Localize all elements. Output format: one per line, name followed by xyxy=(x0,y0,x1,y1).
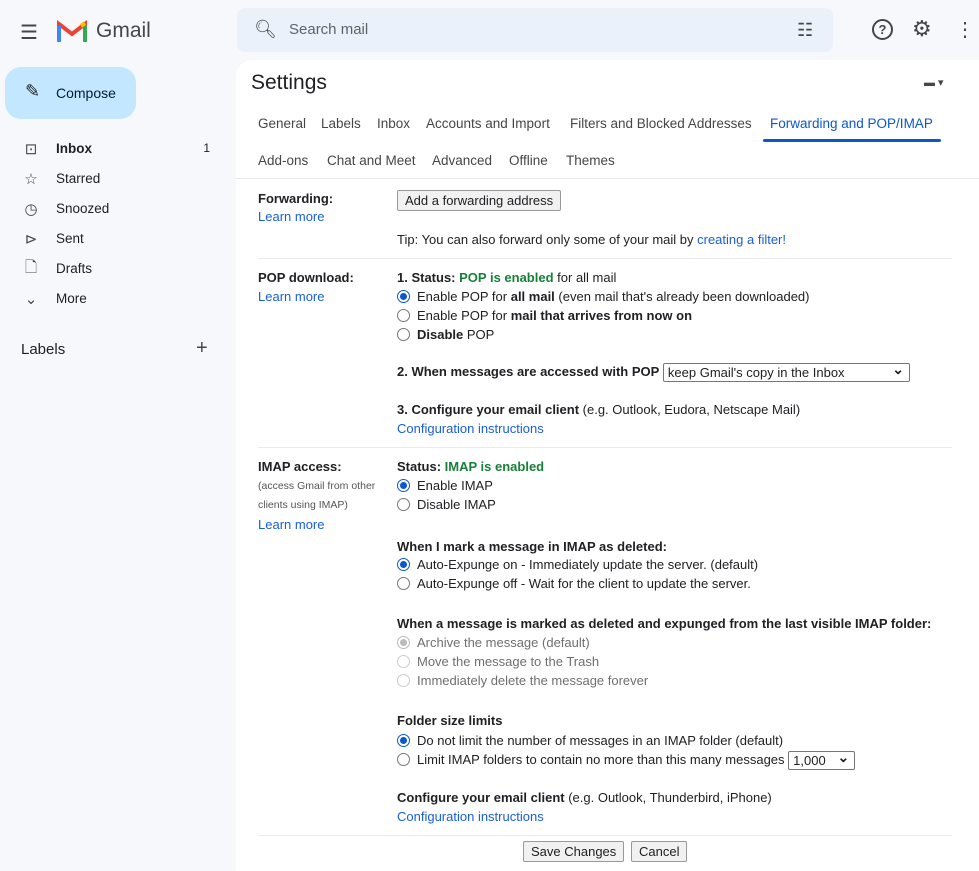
pencil-icon: ✎ xyxy=(25,81,41,101)
imap-status: Status: IMAP is enabled xyxy=(397,459,545,474)
divider xyxy=(236,178,979,179)
inbox-icon: ⊡ xyxy=(24,141,38,158)
pop-config-instructions-link[interactable]: Configuration instructions xyxy=(397,421,544,436)
gmail-logo xyxy=(57,20,87,42)
forwarding-learn-more[interactable]: Learn more xyxy=(258,209,324,224)
gear-icon[interactable]: ⚙ xyxy=(912,16,932,42)
tab-themes[interactable]: Themes xyxy=(566,153,615,168)
no-limit-option[interactable]: Do not limit the number of messages in a… xyxy=(397,733,783,748)
expunged-heading: When a message is marked as deleted and … xyxy=(397,616,932,631)
send-icon: ⊳ xyxy=(24,231,38,248)
tab-forwarding[interactable]: Forwarding and POP/IMAP xyxy=(770,116,933,131)
sidebar-item-starred[interactable]: ☆ Starred xyxy=(0,164,230,194)
radio-selected[interactable] xyxy=(397,734,410,747)
imap-learn-more[interactable]: Learn more xyxy=(258,517,324,532)
radio[interactable] xyxy=(397,577,410,590)
app-name: Gmail xyxy=(96,19,151,42)
pop-label: POP download: xyxy=(258,270,354,285)
save-changes-button[interactable]: Save Changes xyxy=(523,841,625,862)
pop-status: 1. Status: POP is enabled for all mail xyxy=(397,270,617,285)
sidebar-item-drafts[interactable]: 🗋︎ Drafts xyxy=(0,254,230,284)
tab-inbox[interactable]: Inbox xyxy=(377,116,410,131)
cancel-button[interactable]: Cancel xyxy=(631,841,688,862)
search-input[interactable]: Search mail xyxy=(289,21,368,38)
pop-learn-more[interactable]: Learn more xyxy=(258,289,324,304)
radio[interactable] xyxy=(397,498,410,511)
settings-panel xyxy=(236,60,979,871)
archive-option: Archive the message (default) xyxy=(397,635,590,650)
sidebar-item-sent[interactable]: ⊳ Sent xyxy=(0,224,230,254)
deleted-heading: When I mark a message in IMAP as deleted… xyxy=(397,539,667,554)
enable-imap-option[interactable]: Enable IMAP xyxy=(397,478,493,493)
pop-disable-option[interactable]: Disable POP xyxy=(397,327,494,342)
active-tab-indicator xyxy=(763,139,941,142)
help-icon[interactable]: ? xyxy=(872,19,893,40)
pop-access-row: 2. When messages are accessed with POP k… xyxy=(397,361,910,382)
imap-sublabel: clients using IMAP) xyxy=(258,499,348,511)
pop-action-select[interactable]: keep Gmail's copy in the Inbox xyxy=(662,361,910,382)
pop-config: 3. Configure your email client (e.g. Out… xyxy=(397,402,801,417)
tab-labels[interactable]: Labels xyxy=(321,116,361,131)
clock-icon: ◷ xyxy=(24,201,38,218)
folder-size-heading: Folder size limits xyxy=(397,713,503,728)
limit-select[interactable]: 1,000 xyxy=(788,749,856,770)
tab-offline[interactable]: Offline xyxy=(509,153,548,168)
radio-selected[interactable] xyxy=(397,290,410,303)
limit-option[interactable]: Limit IMAP folders to contain no more th… xyxy=(397,749,856,770)
imap-label: IMAP access: xyxy=(258,459,342,474)
apps-icon[interactable]: ⋮⋮ xyxy=(955,17,979,42)
sidebar-item-more[interactable]: ⌄ More xyxy=(0,284,230,314)
radio-selected[interactable] xyxy=(397,479,410,492)
radio-selected[interactable] xyxy=(397,558,410,571)
disable-imap-option[interactable]: Disable IMAP xyxy=(397,497,496,512)
search-bar[interactable]: 🔍︎ Search mail ☷ xyxy=(237,8,833,52)
tab-addons[interactable]: Add-ons xyxy=(258,153,308,168)
tab-chat[interactable]: Chat and Meet xyxy=(327,153,416,168)
expunge-off-option[interactable]: Auto-Expunge off - Wait for the client t… xyxy=(397,576,751,591)
trash-option: Move the message to the Trash xyxy=(397,654,599,669)
page-title: Settings xyxy=(251,71,327,94)
pop-from-now-option[interactable]: Enable POP for mail that arrives from no… xyxy=(397,308,692,323)
creating-filter-link[interactable]: creating a filter! xyxy=(697,232,786,247)
menu-icon[interactable]: ☰ xyxy=(20,20,38,45)
radio[interactable] xyxy=(397,328,410,341)
delete-forever-option: Immediately delete the message forever xyxy=(397,673,648,688)
add-forwarding-address-button[interactable]: Add a forwarding address xyxy=(397,190,562,211)
forwarding-label: Forwarding: xyxy=(258,191,334,206)
labels-heading: Labels xyxy=(21,341,66,358)
divider xyxy=(258,835,952,836)
chevron-down-icon: ⌄ xyxy=(24,291,38,308)
forwarding-tip: Tip: You can also forward only some of y… xyxy=(397,232,786,247)
imap-config-instructions-link[interactable]: Configuration instructions xyxy=(397,809,544,824)
sidebar-item-snoozed[interactable]: ◷ Snoozed xyxy=(0,194,230,224)
expunge-on-option[interactable]: Auto-Expunge on - Immediately update the… xyxy=(397,557,758,572)
tab-accounts[interactable]: Accounts and Import xyxy=(426,116,550,131)
pop-all-mail-option[interactable]: Enable POP for all mail (even mail that'… xyxy=(397,289,810,304)
radio[interactable] xyxy=(397,752,410,766)
divider xyxy=(258,447,952,448)
compose-button[interactable]: ✎ Compose xyxy=(5,67,136,119)
radio-disabled xyxy=(397,674,410,687)
imap-sublabel: (access Gmail from other xyxy=(258,480,376,492)
draft-icon: 🗋︎ xyxy=(24,258,38,276)
radio[interactable] xyxy=(397,309,410,322)
search-icon[interactable]: 🔍︎ xyxy=(254,19,277,40)
sidebar-item-inbox[interactable]: ⊡ Inbox 1 xyxy=(0,134,230,164)
tab-general[interactable]: General xyxy=(258,116,306,131)
filter-options-icon[interactable]: ☷ xyxy=(797,20,813,41)
input-tools-icon[interactable]: ▬ ▾ xyxy=(924,76,944,89)
add-label-icon[interactable]: + xyxy=(196,337,208,360)
imap-config: Configure your email client (e.g. Outloo… xyxy=(397,790,772,805)
radio-disabled xyxy=(397,655,410,668)
tab-filters[interactable]: Filters and Blocked Addresses xyxy=(570,116,752,131)
star-icon: ☆ xyxy=(24,171,38,188)
divider xyxy=(258,258,952,259)
tab-advanced[interactable]: Advanced xyxy=(432,153,492,168)
radio-disabled xyxy=(397,636,410,649)
